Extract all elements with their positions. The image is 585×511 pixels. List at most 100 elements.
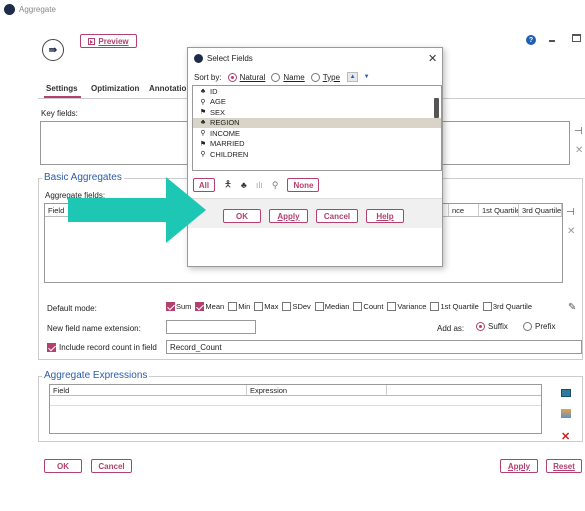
list-item[interactable]: ♣ ID	[193, 86, 441, 97]
tab-annotations[interactable]: Annotatio	[149, 84, 186, 93]
list-item[interactable]: ⚑ MARRIED	[193, 139, 441, 150]
mode-checkbox[interactable]	[228, 302, 238, 311]
flag-type-icon[interactable]: 🯅	[224, 177, 232, 193]
minimize-icon[interactable]	[549, 40, 555, 42]
preview-button[interactable]: Preview	[80, 34, 137, 48]
mode-checkbox[interactable]	[387, 302, 397, 311]
add-expression-icon[interactable]	[561, 389, 571, 397]
sort-name-label[interactable]: Name	[283, 73, 304, 82]
mode-option-1st-quartile[interactable]: 1st Quartile	[430, 302, 479, 311]
list-item[interactable]: ⚲ AGE	[193, 97, 441, 108]
field-name: SEX	[210, 107, 226, 117]
pick-fields-icon[interactable]: ⊣	[574, 126, 583, 137]
field-name: REGION	[210, 118, 240, 128]
sort-natural-radio[interactable]	[227, 72, 237, 82]
mode-label: Median	[324, 302, 350, 311]
mode-label: 1st Quartile	[440, 302, 479, 311]
pick-aggregate-fields-icon[interactable]: ⊣	[566, 207, 575, 218]
continuous-icon: ⚲	[200, 130, 206, 138]
list-item[interactable]: ⚑ SEX	[193, 107, 441, 118]
mode-label: Sum	[176, 302, 192, 311]
dialog-help-button[interactable]: Help	[366, 209, 404, 223]
nominal-icon: ♣	[200, 119, 206, 127]
nominal-icon: ♣	[200, 87, 206, 95]
mode-checkbox[interactable]	[314, 302, 324, 311]
mode-option-max[interactable]: Max	[254, 302, 278, 311]
mode-label: Variance	[397, 302, 427, 311]
field-name: CHILDREN	[210, 149, 249, 159]
mode-option-sum[interactable]: Sum	[166, 302, 191, 311]
extension-input[interactable]	[166, 320, 256, 334]
continuous-type-icon[interactable]: ⚲	[272, 180, 279, 191]
mode-option-min[interactable]: Min	[228, 302, 250, 311]
suffix-option[interactable]: Suffix	[476, 322, 508, 331]
dialog-title: Select Fields	[207, 54, 253, 63]
mode-label: SDev	[292, 302, 311, 311]
field-list[interactable]: ♣ ID ⚲ AGE ⚑ SEX ♣ REGION ⚲ INCOME ⚑ MARRIED ⚲ CHILDR…	[192, 85, 442, 171]
delete-icon[interactable]: ✕	[575, 145, 583, 156]
list-item[interactable]: ⚲ CHILDREN	[193, 149, 441, 160]
table-row[interactable]	[50, 396, 541, 406]
expressions-table[interactable]: Field Expression	[49, 384, 542, 434]
list-item[interactable]: ♣ REGION	[193, 117, 441, 128]
flag-icon: ⚑	[199, 140, 207, 148]
cancel-button[interactable]: Cancel	[91, 459, 132, 473]
mode-checkbox[interactable]	[353, 302, 363, 311]
select-none-button[interactable]: None	[287, 178, 320, 192]
list-item[interactable]: ⚲ INCOME	[193, 128, 441, 139]
mode-option-3rd-quartile[interactable]: 3rd Quartile	[482, 302, 533, 311]
basic-aggregates-title: Basic Aggregates	[42, 172, 124, 183]
sort-natural-label[interactable]: Natural	[240, 73, 266, 82]
record-count-option[interactable]: Include record count in field	[47, 343, 157, 352]
help-icon[interactable]: ?	[526, 35, 536, 45]
mode-option-variance[interactable]: Variance	[387, 302, 426, 311]
dialog-button-bar: OK Apply Cancel Help	[188, 198, 442, 228]
record-count-checkbox[interactable]	[47, 343, 56, 352]
reset-button[interactable]: Reset	[546, 459, 582, 473]
sort-name-radio[interactable]	[271, 72, 281, 82]
sort-ascending-icon[interactable]: ▲	[347, 72, 359, 82]
delete-aggregate-icon[interactable]: ✕	[567, 226, 575, 237]
mode-option-median[interactable]: Median	[314, 302, 350, 311]
dialog-cancel-button[interactable]: Cancel	[316, 209, 358, 223]
mode-option-sdev[interactable]: SDev	[282, 302, 311, 311]
maximize-icon[interactable]	[572, 34, 581, 42]
mode-checkbox[interactable]	[282, 302, 292, 311]
close-icon[interactable]: ✕	[428, 52, 437, 65]
sort-descending-icon[interactable]: ▼	[361, 72, 373, 82]
tab-settings[interactable]: Settings	[46, 84, 78, 93]
field-name: AGE	[210, 97, 226, 107]
apply-button[interactable]: Apply	[500, 459, 538, 473]
suffix-radio[interactable]	[476, 322, 485, 331]
ordinal-type-icon[interactable]: ılı	[256, 180, 263, 190]
prefix-option[interactable]: Prefix	[523, 322, 555, 331]
aggregate-expressions-title: Aggregate Expressions	[42, 370, 150, 381]
dialog-apply-button[interactable]: Apply	[269, 209, 308, 223]
mode-checkbox[interactable]	[166, 302, 175, 311]
tab-optimization[interactable]: Optimization	[91, 84, 139, 93]
scrollbar-thumb[interactable]	[434, 98, 439, 118]
field-name: INCOME	[210, 128, 240, 138]
ok-button[interactable]: OK	[44, 459, 82, 473]
mode-checkbox[interactable]	[430, 302, 440, 311]
record-count-label: Include record count in field	[59, 343, 157, 352]
mode-checkbox[interactable]	[254, 302, 264, 311]
dialog-ok-button[interactable]: OK	[223, 209, 261, 223]
apply-to-all-icon[interactable]: ✎	[568, 302, 576, 313]
mode-checkbox[interactable]	[482, 302, 492, 311]
prefix-radio[interactable]	[523, 322, 532, 331]
mode-checkbox[interactable]	[195, 302, 205, 311]
expressions-table-header: Field Expression	[50, 385, 541, 396]
mode-label: 3rd Quartile	[492, 302, 533, 311]
edit-expression-icon[interactable]	[561, 409, 571, 418]
sort-type-radio[interactable]	[310, 72, 320, 82]
col-variance: nce	[449, 204, 479, 216]
sort-type-label[interactable]: Type	[323, 73, 340, 82]
suffix-label: Suffix	[488, 322, 508, 331]
nominal-type-icon[interactable]: ♣	[241, 180, 247, 190]
mode-option-count[interactable]: Count	[353, 302, 383, 311]
mode-option-mean[interactable]: Mean	[195, 302, 224, 311]
play-icon	[88, 37, 96, 45]
record-count-input[interactable]: Record_Count	[166, 340, 582, 354]
delete-expression-icon[interactable]: ✕	[561, 430, 570, 443]
